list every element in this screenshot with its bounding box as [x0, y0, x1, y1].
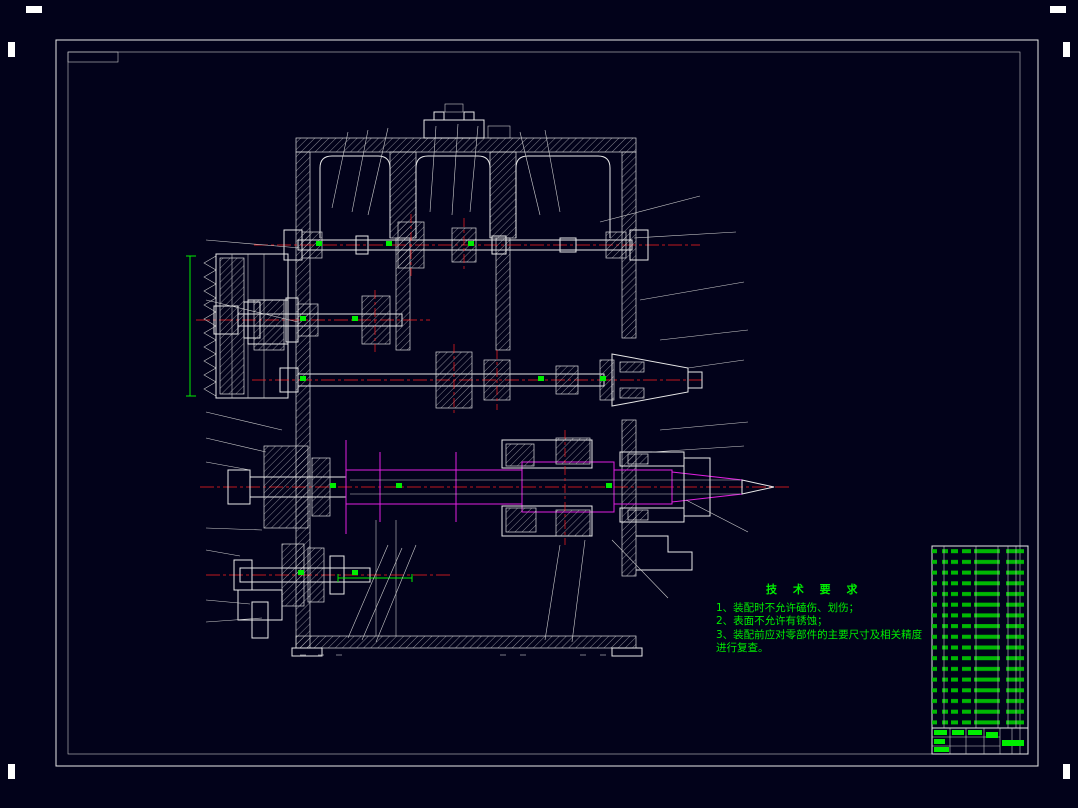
technical-requirement-item: 1、装配时不允许磕伤、划伤； — [716, 601, 860, 614]
technical-requirements-title: 技 术 要 求 — [766, 583, 864, 596]
middle-shaft — [252, 344, 703, 416]
technical-requirement-item: 3、装配前应对零部件的主要尺寸及相关精度 — [716, 628, 923, 641]
output-shaft — [200, 430, 792, 545]
cad-preview-stage: 技 术 要 求 1、装配时不允许磕伤、划伤； 2、表面不允许有锈蚀； 3、装配前… — [0, 0, 1078, 808]
cad-drawing-canvas — [8, 6, 1070, 779]
technical-requirement-item: 进行复查。 — [716, 642, 769, 654]
corner-marks — [8, 6, 1070, 779]
technical-requirement-item: 2、表面不允许有锈蚀； — [716, 615, 828, 627]
revision-strip — [67, 51, 119, 63]
technical-requirements: 技 术 要 求 1、装配时不允许磕伤、划伤； 2、表面不允许有锈蚀； 3、装配前… — [716, 583, 976, 656]
gearbox-assembly-drawing — [186, 103, 792, 657]
title-block — [931, 727, 1029, 755]
lower-gear-assembly — [206, 543, 450, 639]
